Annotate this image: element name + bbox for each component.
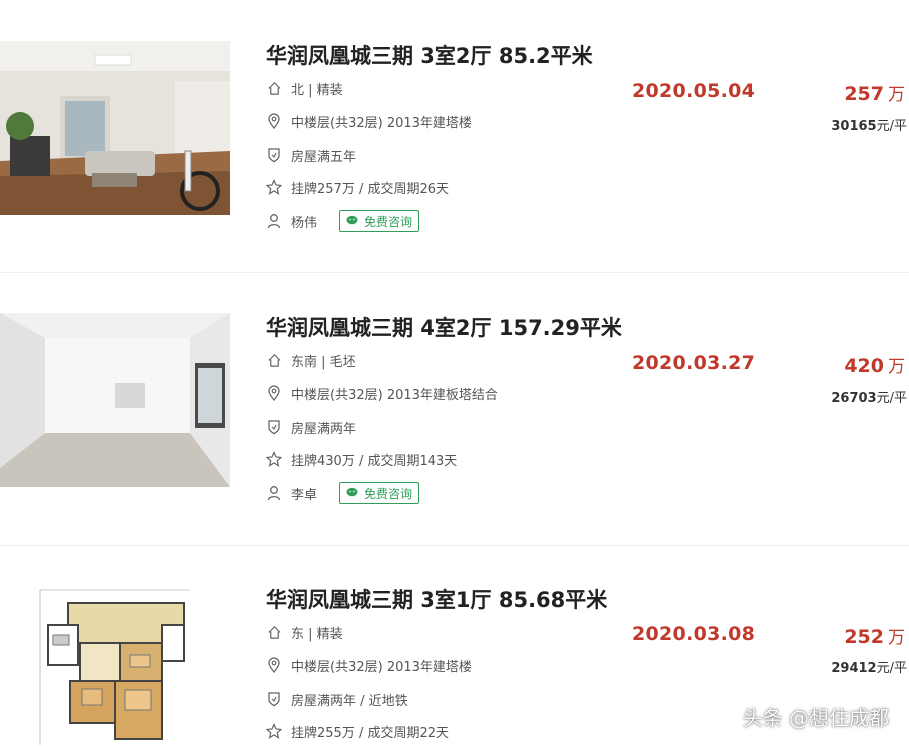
star-icon [266, 179, 282, 195]
orientation-text: 东 | 精装 [291, 626, 343, 642]
person-icon [266, 213, 282, 229]
floor-text: 中楼层(共32层) 2013年建塔楼 [291, 659, 472, 675]
free-consult-button[interactable]: 免费咨询 [339, 210, 420, 232]
unit-price-suffix: 元/平 [876, 119, 907, 134]
listing-info-row: 挂牌430万 / 成交周期143天 [266, 449, 457, 469]
total-price-value: 252 [844, 626, 884, 648]
total-price-unit: 万 [888, 357, 905, 377]
unit-price: 29412元/平 [831, 657, 907, 676]
listing-title[interactable]: 华润凤凰城三期 3室1厅 85.68平米 [266, 584, 607, 614]
agent-row: 杨伟 免费咨询 [266, 210, 420, 232]
location-pin-icon [266, 657, 282, 673]
floor-row: 中楼层(共32层) 2013年建塔楼 [266, 111, 472, 131]
wechat-chat-icon [346, 215, 358, 225]
tag-text: 房屋满五年 [291, 149, 357, 165]
agent-name[interactable]: 李卓 [291, 484, 317, 503]
unit-price: 26703元/平 [831, 387, 907, 406]
floor-text: 中楼层(共32层) 2013年建板塔结合 [291, 387, 498, 403]
floor-text: 中楼层(共32层) 2013年建塔楼 [291, 115, 472, 131]
free-consult-label: 免费咨询 [364, 214, 413, 229]
deal-date: 2020.03.08 [632, 623, 756, 645]
listing-info-row: 挂牌255万 / 成交周期22天 [266, 721, 449, 741]
orientation-row: 北 | 精装 [266, 78, 343, 98]
agent-name[interactable]: 杨伟 [291, 212, 317, 231]
listing-card[interactable]: 华润凤凰城三期 4室2厅 157.29平米 东南 | 毛坯 中楼层(共32层) … [0, 272, 909, 544]
shield-icon [266, 147, 282, 163]
tag-row: 房屋满五年 [266, 145, 356, 165]
listing-photo[interactable] [0, 41, 230, 215]
total-price-value: 420 [844, 355, 884, 377]
tag-text: 房屋满两年 / 近地铁 [291, 693, 408, 709]
free-consult-label: 免费咨询 [364, 486, 413, 501]
orientation-row: 东南 | 毛坯 [266, 350, 356, 370]
total-price-unit: 万 [888, 85, 905, 105]
deal-date: 2020.03.27 [632, 352, 756, 374]
floor-row: 中楼层(共32层) 2013年建塔楼 [266, 655, 472, 675]
free-consult-button[interactable]: 免费咨询 [339, 482, 420, 504]
total-price-unit: 万 [888, 628, 905, 648]
unit-price-suffix: 元/平 [876, 661, 907, 676]
watermark: 头条 @想住成都 [742, 706, 889, 730]
house-icon [266, 624, 282, 640]
floor-row: 中楼层(共32层) 2013年建板塔结合 [266, 383, 498, 403]
total-price-value: 257 [844, 83, 884, 105]
listing-title[interactable]: 华润凤凰城三期 4室2厅 157.29平米 [266, 312, 622, 342]
location-pin-icon [266, 113, 282, 129]
unit-price-value: 30165 [831, 119, 877, 134]
listing-info-text: 挂牌255万 / 成交周期22天 [291, 725, 449, 741]
listing-title[interactable]: 华润凤凰城三期 3室2厅 85.2平米 [266, 40, 593, 70]
floor-plan-image[interactable] [0, 585, 230, 747]
tag-text: 房屋满两年 [291, 421, 357, 437]
listing-card[interactable]: 华润凤凰城三期 3室2厅 85.2平米 北 | 精装 中楼层(共32层) 201… [0, 0, 909, 272]
total-price: 420 万 [844, 352, 905, 377]
orientation-row: 东 | 精装 [266, 622, 343, 642]
unit-price-value: 29412 [831, 661, 877, 676]
listing-info-text: 挂牌430万 / 成交周期143天 [291, 453, 458, 469]
orientation-text: 东南 | 毛坯 [291, 354, 356, 370]
shield-icon [266, 691, 282, 707]
total-price: 252 万 [844, 623, 905, 648]
star-icon [266, 451, 282, 467]
star-icon [266, 723, 282, 739]
location-pin-icon [266, 385, 282, 401]
orientation-text: 北 | 精装 [291, 82, 343, 98]
wechat-chat-icon [346, 487, 358, 497]
listing-info-row: 挂牌257万 / 成交周期26天 [266, 177, 449, 197]
agent-row: 李卓 免费咨询 [266, 482, 420, 504]
unit-price: 30165元/平 [831, 115, 907, 134]
unit-price-suffix: 元/平 [876, 391, 907, 406]
total-price: 257 万 [844, 80, 905, 105]
tag-row: 房屋满两年 [266, 417, 356, 437]
shield-icon [266, 419, 282, 435]
tag-row: 房屋满两年 / 近地铁 [266, 689, 408, 709]
unit-price-value: 26703 [831, 391, 877, 406]
house-icon [266, 80, 282, 96]
listing-info-text: 挂牌257万 / 成交周期26天 [291, 181, 449, 197]
house-icon [266, 352, 282, 368]
listing-photo[interactable] [0, 313, 230, 487]
deal-date: 2020.05.04 [632, 80, 756, 102]
person-icon [266, 485, 282, 501]
